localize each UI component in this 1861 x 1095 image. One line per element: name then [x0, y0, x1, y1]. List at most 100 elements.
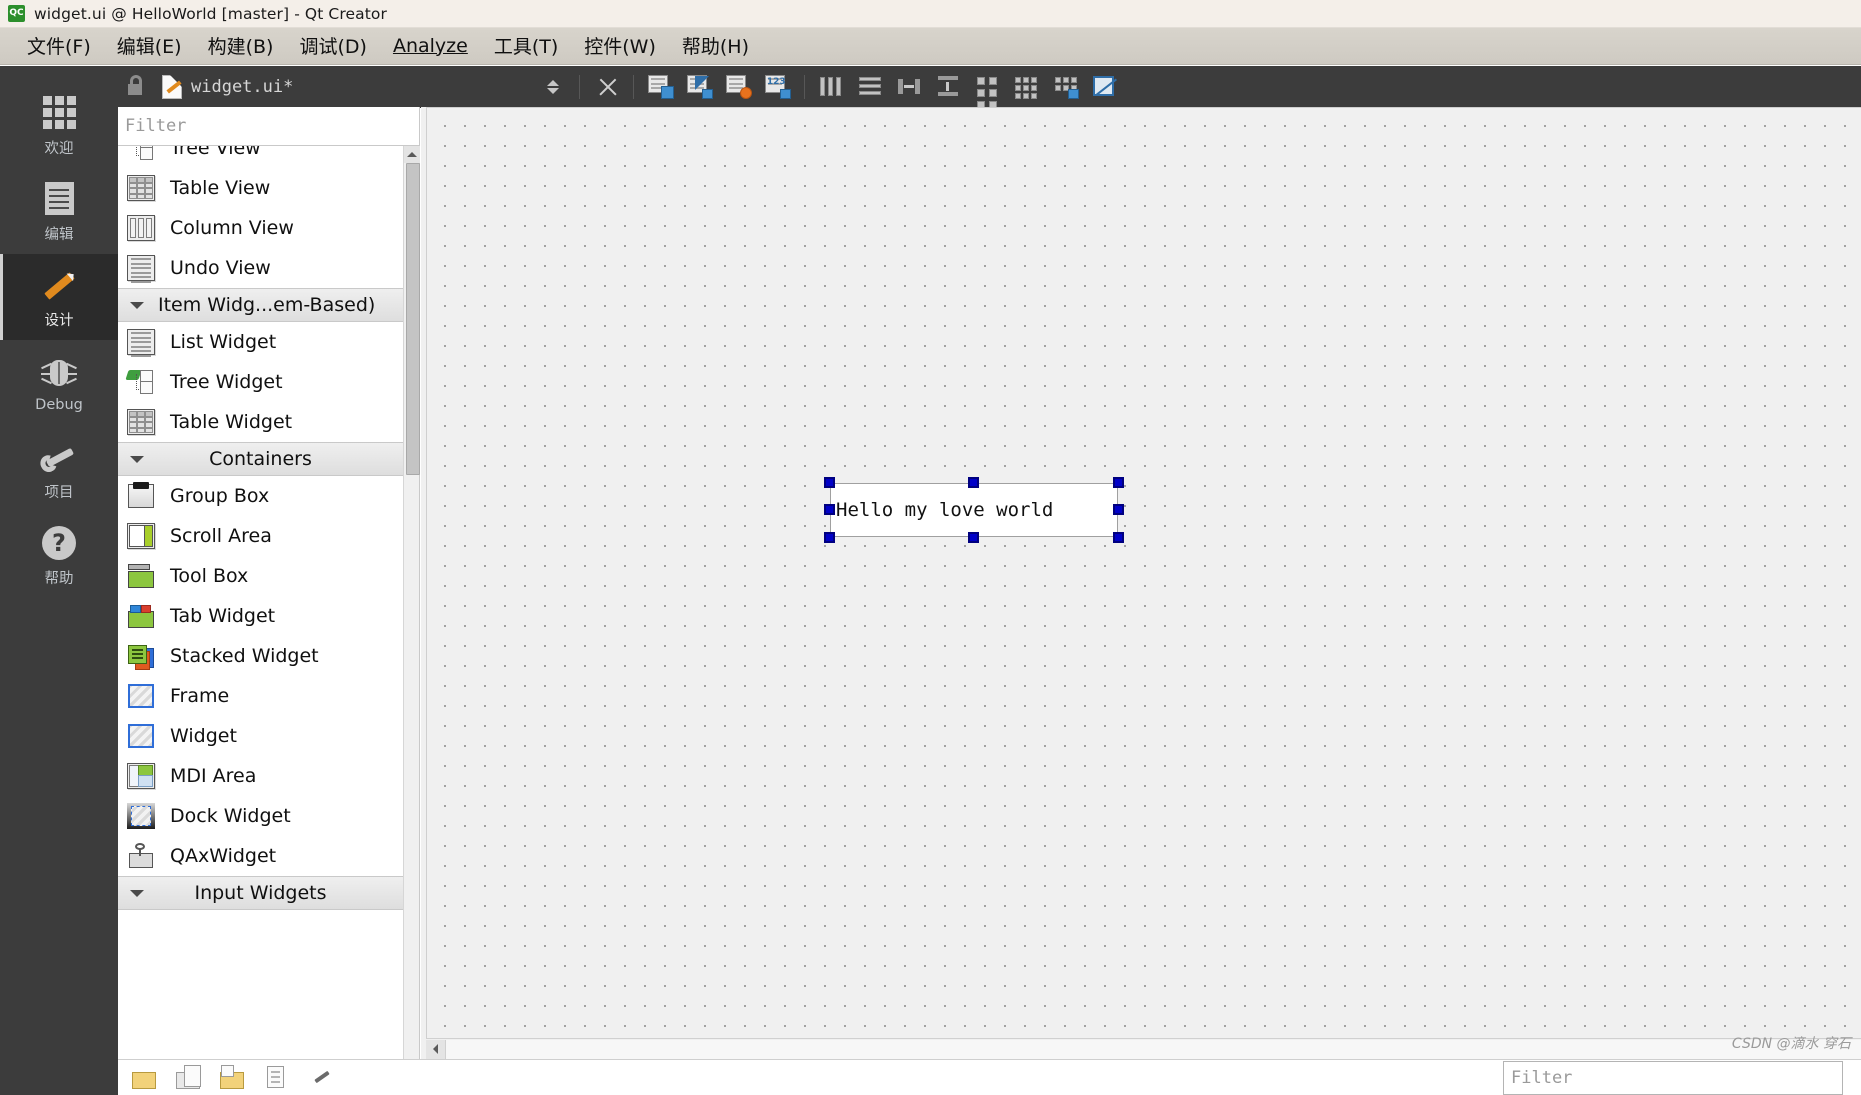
- toolbar-separator: [579, 74, 581, 99]
- menu-edit[interactable]: 编辑(E): [104, 30, 195, 62]
- copy-files-icon[interactable]: [176, 1065, 202, 1090]
- widget-item-scroll-area[interactable]: Scroll Area: [118, 516, 403, 556]
- menu-help[interactable]: 帮助(H): [669, 30, 762, 62]
- layout-splitter-horizontal-button[interactable]: [890, 67, 929, 106]
- widget-item-tree-widget[interactable]: Tree Widget: [118, 362, 403, 402]
- widget-item-label: List Widget: [170, 331, 277, 353]
- close-editor-button[interactable]: [587, 67, 626, 106]
- menu-debug[interactable]: 调试(D): [286, 30, 379, 62]
- widget-item-qax-widget[interactable]: QAxWidget: [118, 836, 403, 876]
- resize-handle-w[interactable]: [824, 504, 835, 515]
- resize-handle-s[interactable]: [968, 532, 979, 543]
- edit-widgets-button[interactable]: [641, 67, 680, 106]
- widget-category-item-widgets[interactable]: Item Widg...em-Based): [118, 288, 403, 322]
- bottom-filter-input[interactable]: Filter: [1503, 1061, 1843, 1095]
- chevron-down-icon: [130, 302, 144, 309]
- resize-handle-n[interactable]: [968, 477, 979, 488]
- frame-icon: [122, 682, 160, 710]
- widget-category-label: Input Widgets: [194, 882, 327, 904]
- wrench-tool-icon[interactable]: [308, 1065, 334, 1090]
- canvas-horizontal-scrollbar[interactable]: [426, 1038, 1861, 1059]
- resize-handle-ne[interactable]: [1113, 477, 1124, 488]
- widget-item-tab-widget[interactable]: Tab Widget: [118, 596, 403, 636]
- widget-item-table-widget[interactable]: Table Widget: [118, 402, 403, 442]
- widget-item-frame[interactable]: Frame: [118, 676, 403, 716]
- layout-vertically-button[interactable]: [851, 67, 890, 106]
- widget-filter-input[interactable]: [118, 116, 419, 136]
- widget-category-containers[interactable]: Containers: [118, 442, 403, 476]
- widget-item-widget[interactable]: Widget: [118, 716, 403, 756]
- layout-vertically-icon: [858, 75, 884, 99]
- menu-widgets[interactable]: 控件(W): [571, 30, 669, 62]
- sidebar-item-debug[interactable]: Debug: [0, 340, 118, 426]
- menu-analyze-label: Analyze: [392, 34, 468, 57]
- open-document-selector[interactable]: widget.ui*: [152, 66, 303, 107]
- selected-label-widget[interactable]: Hello my love world: [824, 477, 1124, 543]
- break-layout-button[interactable]: [1046, 67, 1085, 106]
- widget-list: Tree View Table View Column View Undo Vi…: [118, 146, 403, 910]
- widget-item-stacked-widget[interactable]: Stacked Widget: [118, 636, 403, 676]
- widget-category-input-widgets[interactable]: Input Widgets: [118, 876, 403, 910]
- adjust-size-button[interactable]: [1085, 67, 1124, 106]
- up-down-arrows-icon: [546, 76, 559, 98]
- sidebar-item-help[interactable]: ? 帮助: [0, 512, 118, 598]
- edit-buddies-button[interactable]: [719, 67, 758, 106]
- resize-handle-e[interactable]: [1113, 504, 1124, 515]
- chevron-down-icon: [130, 890, 144, 897]
- sidebar-item-projects[interactable]: 项目: [0, 426, 118, 512]
- document-icon: [37, 179, 81, 219]
- question-mark-icon: ?: [37, 523, 81, 563]
- open-folder-icon[interactable]: [132, 1065, 158, 1090]
- resize-handle-sw[interactable]: [824, 532, 835, 543]
- save-folder-icon[interactable]: [220, 1065, 246, 1090]
- sidebar-label-debug: Debug: [35, 397, 83, 413]
- resize-handle-se[interactable]: [1113, 532, 1124, 543]
- layout-splitter-vertical-button[interactable]: [929, 67, 968, 106]
- scrollbar-thumb[interactable]: [406, 163, 420, 475]
- menu-tools[interactable]: 工具(T): [481, 30, 571, 62]
- widget-item-undo-view[interactable]: Undo View: [118, 248, 403, 288]
- widget-item-dock-widget[interactable]: Dock Widget: [118, 796, 403, 836]
- sidebar-item-edit[interactable]: 编辑: [0, 168, 118, 254]
- layout-horizontally-button[interactable]: [812, 67, 851, 106]
- form-canvas[interactable]: Hello my love world: [426, 107, 1861, 1039]
- widget-item-table-view[interactable]: Table View: [118, 168, 403, 208]
- bug-icon: [37, 353, 81, 393]
- mdi-area-icon: [122, 762, 160, 790]
- layout-splitter-vertical-icon: [936, 75, 962, 99]
- split-editor-button[interactable]: [533, 67, 572, 106]
- widget-item-tool-box[interactable]: Tool Box: [118, 556, 403, 596]
- menu-analyze[interactable]: Analyze: [380, 33, 481, 60]
- widget-item-list-widget[interactable]: List Widget: [118, 322, 403, 362]
- edit-tab-order-button[interactable]: 123: [758, 67, 797, 106]
- widget-item-column-view[interactable]: Column View: [118, 208, 403, 248]
- widget-item-mdi-area[interactable]: MDI Area: [118, 756, 403, 796]
- widget-item-label: MDI Area: [170, 765, 257, 787]
- widget-filter-row: [118, 107, 419, 146]
- sidebar-item-welcome[interactable]: 欢迎: [0, 82, 118, 168]
- scroll-left-arrow-icon[interactable]: [426, 1039, 446, 1059]
- tab-widget-icon: [122, 602, 160, 630]
- widget-item-group-box[interactable]: Group Box: [118, 476, 403, 516]
- menu-file[interactable]: 文件(F): [14, 30, 104, 62]
- resize-handle-nw[interactable]: [824, 477, 835, 488]
- widget-item-label: Tree Widget: [170, 371, 283, 393]
- layout-grid-button[interactable]: [1007, 67, 1046, 106]
- menu-debug-label: 调试(D): [299, 36, 367, 58]
- widget-item-tree-view[interactable]: Tree View: [118, 146, 403, 168]
- scrollbar-track[interactable]: [446, 1039, 1861, 1059]
- new-document-icon[interactable]: [264, 1065, 290, 1090]
- widget-box-panel: Tree View Table View Column: [118, 107, 420, 1095]
- edit-signals-slots-button[interactable]: [680, 67, 719, 106]
- unlocked-padlock-icon[interactable]: [118, 74, 152, 95]
- form-editor-area: Hello my love world: [421, 107, 1861, 1095]
- widget-list-scrollbar[interactable]: [403, 146, 420, 1095]
- scroll-up-arrow-icon[interactable]: [404, 146, 420, 163]
- layout-form-button[interactable]: [968, 67, 1007, 109]
- menu-build[interactable]: 构建(B): [195, 30, 287, 62]
- widget-item-label: Widget: [170, 725, 237, 747]
- sidebar-item-design[interactable]: 设计: [0, 254, 118, 340]
- layout-horizontally-icon: [819, 75, 845, 99]
- sidebar-label-help: 帮助: [44, 570, 74, 587]
- label-widget[interactable]: Hello my love world: [830, 483, 1118, 537]
